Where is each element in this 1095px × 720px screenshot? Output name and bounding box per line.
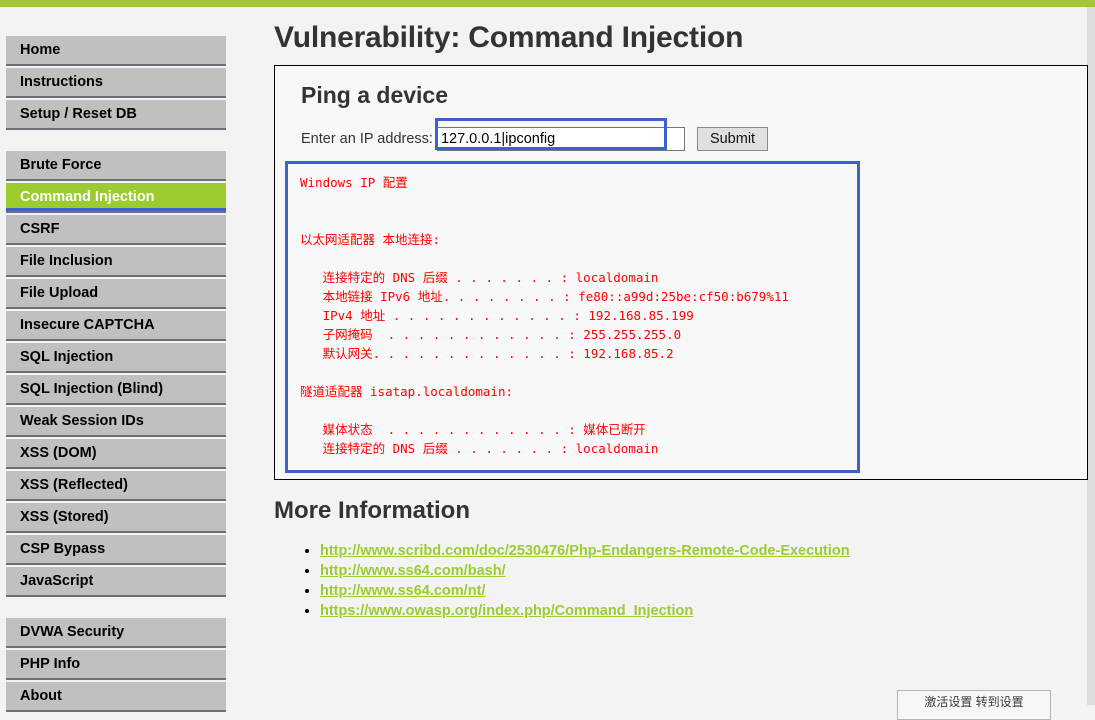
sidebar-item-home[interactable]: Home bbox=[6, 36, 226, 66]
command-output-pre: Windows IP 配置 以太网适配器 本地连接: 连接特定的 DNS 后缀 … bbox=[285, 161, 860, 473]
sidebar-item-command-injection[interactable]: Command Injection bbox=[6, 183, 226, 213]
main-content: Vulnerability: Command Injection Ping a … bbox=[240, 7, 1088, 705]
sidebar-item-file-upload[interactable]: File Upload bbox=[6, 279, 226, 309]
list-item: http://www.ss64.com/bash/ bbox=[320, 561, 850, 581]
sidebar-item-brute-force[interactable]: Brute Force bbox=[6, 151, 226, 181]
sidebar-item-about[interactable]: About bbox=[6, 682, 226, 712]
windows-activation-watermark: 激活设置 转到设置 bbox=[897, 690, 1051, 720]
sidebar-item-instructions[interactable]: Instructions bbox=[6, 68, 226, 98]
sidebar-item-setup-reset-db[interactable]: Setup / Reset DB bbox=[6, 100, 226, 130]
page-title: Vulnerability: Command Injection bbox=[274, 21, 744, 54]
list-item: http://www.ss64.com/nt/ bbox=[320, 581, 850, 601]
top-accent-bar bbox=[0, 0, 1095, 7]
more-info-link[interactable]: http://www.scribd.com/doc/2530476/Php-En… bbox=[320, 543, 850, 559]
sidebar-item-xss-reflected[interactable]: XSS (Reflected) bbox=[6, 471, 226, 501]
main-navigation-sidebar: Home Instructions Setup / Reset DB Brute… bbox=[0, 7, 228, 712]
sidebar-item-insecure-captcha[interactable]: Insecure CAPTCHA bbox=[6, 311, 226, 341]
ip-input-wrapper bbox=[434, 118, 685, 151]
ip-address-input[interactable] bbox=[436, 127, 685, 151]
sidebar-item-file-inclusion[interactable]: File Inclusion bbox=[6, 247, 226, 277]
sidebar-group-meta: DVWA Security PHP Info About bbox=[0, 618, 228, 712]
ip-address-label: Enter an IP address: bbox=[301, 131, 433, 147]
sidebar-item-dvwa-security[interactable]: DVWA Security bbox=[6, 618, 226, 648]
sidebar-group-vulnerabilities: Brute Force Command Injection CSRF File … bbox=[0, 151, 228, 597]
ping-a-device-panel: Ping a device Enter an IP address: Submi… bbox=[274, 65, 1088, 480]
sidebar-item-weak-session-ids[interactable]: Weak Session IDs bbox=[6, 407, 226, 437]
list-item: http://www.scribd.com/doc/2530476/Php-En… bbox=[320, 541, 850, 561]
sidebar-item-php-info[interactable]: PHP Info bbox=[6, 650, 226, 680]
sidebar-item-csp-bypass[interactable]: CSP Bypass bbox=[6, 535, 226, 565]
more-info-link[interactable]: https://www.owasp.org/index.php/Command_… bbox=[320, 603, 693, 619]
ping-form: Enter an IP address: Submit bbox=[301, 118, 769, 154]
sidebar-item-csrf[interactable]: CSRF bbox=[6, 215, 226, 245]
page-scrollbar[interactable] bbox=[1087, 7, 1095, 705]
more-info-link[interactable]: http://www.ss64.com/nt/ bbox=[320, 583, 485, 599]
more-information-links: http://www.scribd.com/doc/2530476/Php-En… bbox=[294, 541, 850, 621]
sidebar-item-xss-dom[interactable]: XSS (DOM) bbox=[6, 439, 226, 469]
submit-button[interactable]: Submit bbox=[696, 127, 769, 151]
more-information-heading: More Information bbox=[274, 497, 470, 524]
sidebar-item-sql-injection-blind[interactable]: SQL Injection (Blind) bbox=[6, 375, 226, 405]
list-item: https://www.owasp.org/index.php/Command_… bbox=[320, 601, 850, 621]
sidebar-group-general: Home Instructions Setup / Reset DB bbox=[0, 36, 228, 130]
sidebar-item-sql-injection[interactable]: SQL Injection bbox=[6, 343, 226, 373]
section-title: Ping a device bbox=[301, 82, 449, 108]
sidebar-item-javascript[interactable]: JavaScript bbox=[6, 567, 226, 597]
more-info-link[interactable]: http://www.ss64.com/bash/ bbox=[320, 563, 506, 579]
sidebar-item-xss-stored[interactable]: XSS (Stored) bbox=[6, 503, 226, 533]
